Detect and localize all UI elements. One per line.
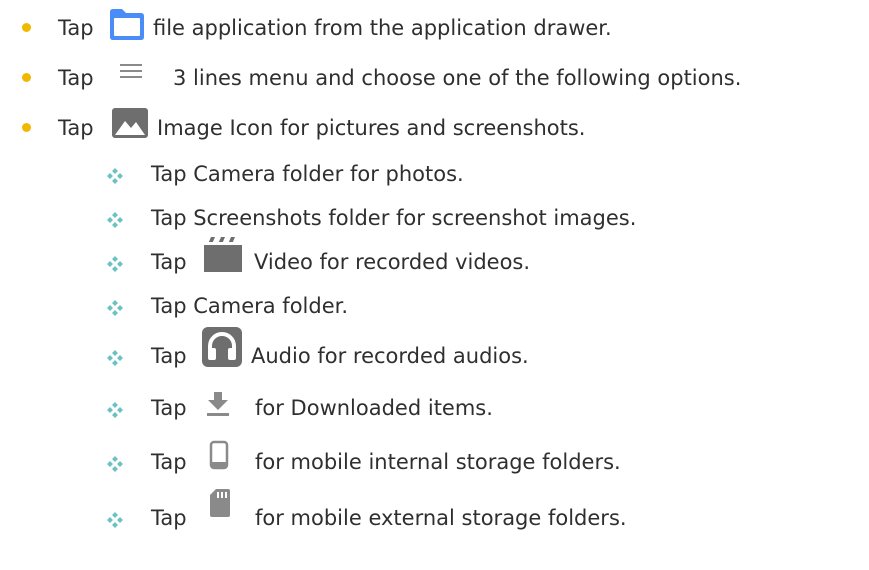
tap-label: Tap <box>151 250 187 274</box>
item-text: Audio for recorded audios. <box>251 344 529 368</box>
bullet-dot <box>22 123 31 132</box>
download-icon <box>206 391 230 422</box>
list-item: Tap for mobile internal storage folders. <box>0 440 869 476</box>
diamond-bullet-icon <box>107 165 123 184</box>
item-text: Tap Screenshots folder for screenshot im… <box>151 206 637 230</box>
item-text: file application from the application dr… <box>153 16 612 40</box>
item-text: Video for recorded videos. <box>254 250 531 274</box>
item-text: for mobile internal storage folders. <box>255 450 621 474</box>
phone-icon <box>209 440 229 475</box>
diamond-bullet-icon <box>107 453 123 472</box>
list-item: Tap Audio for recorded audios. <box>0 327 869 370</box>
item-text: Image Icon for pictures and screenshots. <box>157 116 586 140</box>
item-text: Tap Camera folder. <box>151 294 349 318</box>
tap-label: Tap <box>58 16 94 40</box>
list-item: Tap for Downloaded items. <box>0 392 869 422</box>
tap-label: Tap <box>151 344 187 368</box>
diamond-bullet-icon <box>107 399 123 418</box>
tap-label: Tap <box>58 66 94 90</box>
tap-label: Tap <box>151 396 187 420</box>
list-item: Tap file application from the applicatio… <box>0 9 869 42</box>
tap-label: Tap <box>151 450 187 474</box>
diamond-bullet-icon <box>107 253 123 272</box>
list-item: Tap Image Icon for pictures and screensh… <box>0 108 869 142</box>
image-icon <box>112 107 148 144</box>
list-item: Tap Camera folder. <box>0 290 869 320</box>
sd-card-icon <box>209 488 231 523</box>
folder-icon <box>107 6 147 47</box>
bullet-dot <box>22 73 31 82</box>
video-clapper-icon <box>201 236 245 279</box>
list-item: Tap Video for recorded videos. <box>0 237 869 276</box>
bullet-dot <box>22 23 31 32</box>
menu-lines-icon <box>119 61 145 86</box>
diamond-bullet-icon <box>107 509 123 528</box>
item-text: Tap Camera folder for photos. <box>151 162 464 186</box>
diamond-bullet-icon <box>107 209 123 228</box>
item-text: for mobile external storage folders. <box>255 506 627 530</box>
list-item: Tap Screenshots folder for screenshot im… <box>0 202 869 232</box>
tap-label: Tap <box>58 116 94 140</box>
list-item: Tap Camera folder for photos. <box>0 158 869 188</box>
diamond-bullet-icon <box>107 347 123 366</box>
headphones-icon <box>201 326 243 373</box>
tap-label: Tap <box>151 506 187 530</box>
item-text: for Downloaded items. <box>255 396 493 420</box>
diamond-bullet-icon <box>107 297 123 316</box>
item-text: 3 lines menu and choose one of the follo… <box>173 66 742 90</box>
list-item: Tap 3 lines menu and choose one of the f… <box>0 62 869 92</box>
list-item: Tap for mobile external storage folders. <box>0 489 869 532</box>
